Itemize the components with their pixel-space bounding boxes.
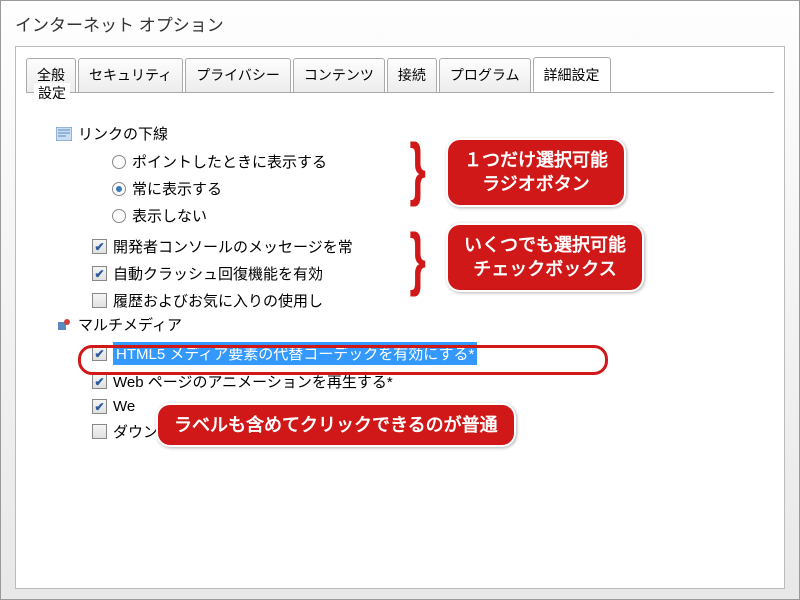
document-icon [56,126,72,142]
check-item-webanim[interactable]: Web ページのアニメーションを再生する* [92,368,754,395]
tab-connections[interactable]: 接続 [387,58,437,93]
checkbox-placeholder[interactable] [92,424,107,439]
section-title-links: リンクの下線 [78,123,168,144]
checkbox-web2[interactable] [92,399,107,414]
multimedia-icon [56,317,72,333]
callout-checkbox: いくつでも選択可能 チェックボックス [446,223,644,292]
radio-never[interactable] [112,209,126,223]
section-links: リンクの下線 ポイントしたときに表示する 常に表示する 表示しない [56,123,754,229]
check-label-webanim[interactable]: Web ページのアニメーションを再生する* [113,371,393,392]
check-label-history[interactable]: 履歴およびお気に入りの使用し [113,290,323,311]
options-window: インターネット オプション 全般 セキュリティ プライバシー コンテンツ 接続 … [0,0,800,600]
radio-item-never[interactable]: 表示しない [112,202,754,229]
radio-label-never[interactable]: 表示しない [132,205,207,226]
checkbox-crashrecovery[interactable] [92,266,107,281]
tab-privacy[interactable]: プライバシー [185,58,291,93]
radio-label-hover[interactable]: ポイントしたときに表示する [132,151,327,172]
section-title-multimedia: マルチメディア [78,314,182,335]
radio-always[interactable] [112,182,126,196]
radio-item-hover[interactable]: ポイントしたときに表示する [112,148,754,175]
fieldset-legend: 設定 [34,83,70,103]
window-title: インターネット オプション [1,1,799,46]
section-header-links: リンクの下線 [56,123,754,144]
radio-hover[interactable] [112,155,126,169]
callout-label: ラベルも含めてクリックできるのが普通 [156,403,516,447]
tab-advanced[interactable]: 詳細設定 [533,57,611,92]
radio-item-always[interactable]: 常に表示する [112,175,754,202]
radio-label-always[interactable]: 常に表示する [132,178,222,199]
callout-radio: １つだけ選択可能 ラジオボタン [446,138,626,207]
brace-checkbox: } [409,223,425,293]
tab-content[interactable]: コンテンツ [293,58,385,93]
section-header-multimedia: マルチメディア [56,314,754,335]
tab-strip: 全般 セキュリティ プライバシー コンテンツ 接続 プログラム 詳細設定 [16,47,784,92]
check-label-web2[interactable]: We [113,398,135,415]
brace-radio: } [409,133,425,203]
advanced-panel: 設定 リンクの下線 ポイントしたときに表示する [26,92,774,591]
checkbox-history[interactable] [92,293,107,308]
check-label-html5codec[interactable]: HTML5 メディア要素の代替コーデックを有効にする* [113,342,477,365]
tab-security[interactable]: セキュリティ [78,58,183,93]
check-label-devconsole[interactable]: 開発者コンソールのメッセージを常 [113,236,353,257]
checkbox-webanim[interactable] [92,374,107,389]
check-label-crashrecovery[interactable]: 自動クラッシュ回復機能を有効 [113,263,323,284]
content-frame: 全般 セキュリティ プライバシー コンテンツ 接続 プログラム 詳細設定 設定 … [15,46,785,589]
tab-programs[interactable]: プログラム [439,58,531,93]
check-item-html5codec[interactable]: HTML5 メディア要素の代替コーデックを有効にする* [92,339,754,368]
checkbox-html5codec[interactable] [92,346,107,361]
checkbox-devconsole[interactable] [92,239,107,254]
